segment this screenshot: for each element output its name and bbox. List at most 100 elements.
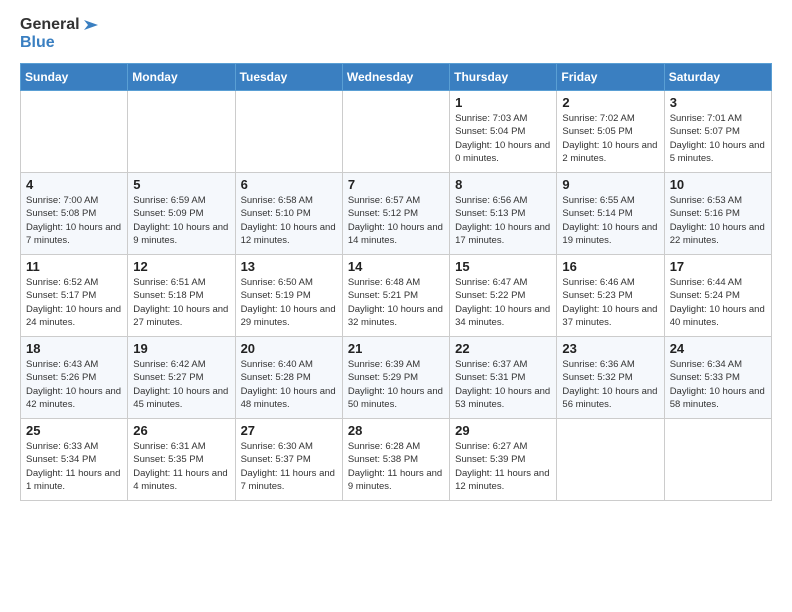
calendar-cell: 12 Sunrise: 6:51 AM Sunset: 5:18 PM Dayli… bbox=[128, 255, 235, 337]
logo-arrow-icon bbox=[82, 18, 100, 32]
day-number: 5 bbox=[133, 177, 229, 192]
calendar-cell: 9 Sunrise: 6:55 AM Sunset: 5:14 PM Daylig… bbox=[557, 173, 664, 255]
day-number: 2 bbox=[562, 95, 658, 110]
weekday-header-tuesday: Tuesday bbox=[235, 64, 342, 91]
calendar-cell: 27 Sunrise: 6:30 AM Sunset: 5:37 PM Dayli… bbox=[235, 419, 342, 501]
calendar-cell: 7Sunrise: 6:57 AM Sunset: 5:12 PM Daylig… bbox=[342, 173, 449, 255]
weekday-header-friday: Friday bbox=[557, 64, 664, 91]
day-info: Sunrise: 6:55 AM Sunset: 5:14 PM Dayligh… bbox=[562, 194, 658, 247]
day-number: 28 bbox=[348, 423, 444, 438]
day-number: 22 bbox=[455, 341, 551, 356]
day-number: 15 bbox=[455, 259, 551, 274]
calendar-week-row: 18 Sunrise: 6:43 AM Sunset: 5:26 PM Dayli… bbox=[21, 337, 772, 419]
calendar-week-row: 25 Sunrise: 6:33 AM Sunset: 5:34 PM Dayli… bbox=[21, 419, 772, 501]
calendar-week-row: 11 Sunrise: 6:52 AM Sunset: 5:17 PM Dayli… bbox=[21, 255, 772, 337]
calendar-cell bbox=[128, 91, 235, 173]
logo-general: General bbox=[20, 16, 80, 34]
calendar-week-row: 1 Sunrise: 7:03 AM Sunset: 5:04 PM Daylig… bbox=[21, 91, 772, 173]
day-number: 21 bbox=[348, 341, 444, 356]
day-number: 4 bbox=[26, 177, 122, 192]
day-info: Sunrise: 6:52 AM Sunset: 5:17 PM Dayligh… bbox=[26, 276, 122, 329]
day-number: 7 bbox=[348, 177, 444, 192]
day-info: Sunrise: 6:39 AM Sunset: 5:29 PM Dayligh… bbox=[348, 358, 444, 411]
day-number: 25 bbox=[26, 423, 122, 438]
day-number: 24 bbox=[670, 341, 766, 356]
day-info: Sunrise: 6:37 AM Sunset: 5:31 PM Dayligh… bbox=[455, 358, 551, 411]
day-info: Sunrise: 6:44 AM Sunset: 5:24 PM Dayligh… bbox=[670, 276, 766, 329]
day-info: Sunrise: 7:01 AM Sunset: 5:07 PM Dayligh… bbox=[670, 112, 766, 165]
weekday-header-wednesday: Wednesday bbox=[342, 64, 449, 91]
day-number: 13 bbox=[241, 259, 337, 274]
calendar-cell: 1 Sunrise: 7:03 AM Sunset: 5:04 PM Daylig… bbox=[450, 91, 557, 173]
day-info: Sunrise: 6:46 AM Sunset: 5:23 PM Dayligh… bbox=[562, 276, 658, 329]
day-info: Sunrise: 6:40 AM Sunset: 5:28 PM Dayligh… bbox=[241, 358, 337, 411]
day-info: Sunrise: 7:02 AM Sunset: 5:05 PM Dayligh… bbox=[562, 112, 658, 165]
day-info: Sunrise: 6:42 AM Sunset: 5:27 PM Dayligh… bbox=[133, 358, 229, 411]
calendar-cell: 19 Sunrise: 6:42 AM Sunset: 5:27 PM Dayli… bbox=[128, 337, 235, 419]
day-number: 3 bbox=[670, 95, 766, 110]
calendar-cell bbox=[342, 91, 449, 173]
day-number: 27 bbox=[241, 423, 337, 438]
calendar-cell: 24 Sunrise: 6:34 AM Sunset: 5:33 PM Dayli… bbox=[664, 337, 771, 419]
calendar-cell: 25 Sunrise: 6:33 AM Sunset: 5:34 PM Dayli… bbox=[21, 419, 128, 501]
day-number: 26 bbox=[133, 423, 229, 438]
day-number: 1 bbox=[455, 95, 551, 110]
weekday-header-sunday: Sunday bbox=[21, 64, 128, 91]
calendar-cell: 17 Sunrise: 6:44 AM Sunset: 5:24 PM Dayli… bbox=[664, 255, 771, 337]
calendar-cell: 6 Sunrise: 6:58 AM Sunset: 5:10 PM Daylig… bbox=[235, 173, 342, 255]
weekday-header-thursday: Thursday bbox=[450, 64, 557, 91]
calendar-cell: 2 Sunrise: 7:02 AM Sunset: 5:05 PM Daylig… bbox=[557, 91, 664, 173]
day-info: Sunrise: 6:47 AM Sunset: 5:22 PM Dayligh… bbox=[455, 276, 551, 329]
calendar-week-row: 4 Sunrise: 7:00 AM Sunset: 5:08 PM Daylig… bbox=[21, 173, 772, 255]
day-number: 14 bbox=[348, 259, 444, 274]
weekday-header-saturday: Saturday bbox=[664, 64, 771, 91]
calendar-cell: 18 Sunrise: 6:43 AM Sunset: 5:26 PM Dayli… bbox=[21, 337, 128, 419]
day-info: Sunrise: 6:50 AM Sunset: 5:19 PM Dayligh… bbox=[241, 276, 337, 329]
calendar-cell bbox=[235, 91, 342, 173]
day-number: 6 bbox=[241, 177, 337, 192]
day-info: Sunrise: 6:33 AM Sunset: 5:34 PM Dayligh… bbox=[26, 440, 122, 493]
calendar-cell bbox=[21, 91, 128, 173]
day-number: 19 bbox=[133, 341, 229, 356]
day-info: Sunrise: 6:30 AM Sunset: 5:37 PM Dayligh… bbox=[241, 440, 337, 493]
calendar-cell: 11 Sunrise: 6:52 AM Sunset: 5:17 PM Dayli… bbox=[21, 255, 128, 337]
day-number: 12 bbox=[133, 259, 229, 274]
weekday-header-row: SundayMondayTuesdayWednesdayThursdayFrid… bbox=[21, 64, 772, 91]
calendar-cell: 28 Sunrise: 6:28 AM Sunset: 5:38 PM Dayli… bbox=[342, 419, 449, 501]
header: General Blue bbox=[20, 16, 772, 51]
calendar-table: SundayMondayTuesdayWednesdayThursdayFrid… bbox=[20, 63, 772, 501]
day-number: 8 bbox=[455, 177, 551, 192]
calendar-cell: 29 Sunrise: 6:27 AM Sunset: 5:39 PM Dayli… bbox=[450, 419, 557, 501]
day-number: 16 bbox=[562, 259, 658, 274]
calendar-cell: 23Sunrise: 6:36 AM Sunset: 5:32 PM Dayli… bbox=[557, 337, 664, 419]
day-info: Sunrise: 6:43 AM Sunset: 5:26 PM Dayligh… bbox=[26, 358, 122, 411]
day-number: 9 bbox=[562, 177, 658, 192]
calendar-cell bbox=[664, 419, 771, 501]
day-info: Sunrise: 7:03 AM Sunset: 5:04 PM Dayligh… bbox=[455, 112, 551, 165]
calendar-cell: 22 Sunrise: 6:37 AM Sunset: 5:31 PM Dayli… bbox=[450, 337, 557, 419]
day-info: Sunrise: 6:58 AM Sunset: 5:10 PM Dayligh… bbox=[241, 194, 337, 247]
day-info: Sunrise: 7:00 AM Sunset: 5:08 PM Dayligh… bbox=[26, 194, 122, 247]
calendar-cell: 14Sunrise: 6:48 AM Sunset: 5:21 PM Dayli… bbox=[342, 255, 449, 337]
day-number: 17 bbox=[670, 259, 766, 274]
calendar-cell: 26 Sunrise: 6:31 AM Sunset: 5:35 PM Dayli… bbox=[128, 419, 235, 501]
day-info: Sunrise: 6:51 AM Sunset: 5:18 PM Dayligh… bbox=[133, 276, 229, 329]
calendar-cell: 8 Sunrise: 6:56 AM Sunset: 5:13 PM Daylig… bbox=[450, 173, 557, 255]
calendar-cell: 21 Sunrise: 6:39 AM Sunset: 5:29 PM Dayli… bbox=[342, 337, 449, 419]
day-number: 18 bbox=[26, 341, 122, 356]
calendar-cell: 15 Sunrise: 6:47 AM Sunset: 5:22 PM Dayli… bbox=[450, 255, 557, 337]
day-info: Sunrise: 6:27 AM Sunset: 5:39 PM Dayligh… bbox=[455, 440, 551, 493]
day-number: 20 bbox=[241, 341, 337, 356]
day-number: 23 bbox=[562, 341, 658, 356]
logo-blue: Blue bbox=[20, 34, 100, 52]
calendar-cell: 20 Sunrise: 6:40 AM Sunset: 5:28 PM Dayli… bbox=[235, 337, 342, 419]
day-number: 11 bbox=[26, 259, 122, 274]
day-info: Sunrise: 6:34 AM Sunset: 5:33 PM Dayligh… bbox=[670, 358, 766, 411]
calendar-cell: 13 Sunrise: 6:50 AM Sunset: 5:19 PM Dayli… bbox=[235, 255, 342, 337]
day-number: 29 bbox=[455, 423, 551, 438]
day-info: Sunrise: 6:31 AM Sunset: 5:35 PM Dayligh… bbox=[133, 440, 229, 493]
day-info: Sunrise: 6:28 AM Sunset: 5:38 PM Dayligh… bbox=[348, 440, 444, 493]
calendar-cell: 4 Sunrise: 7:00 AM Sunset: 5:08 PM Daylig… bbox=[21, 173, 128, 255]
calendar-cell: 16 Sunrise: 6:46 AM Sunset: 5:23 PM Dayli… bbox=[557, 255, 664, 337]
day-info: Sunrise: 6:56 AM Sunset: 5:13 PM Dayligh… bbox=[455, 194, 551, 247]
